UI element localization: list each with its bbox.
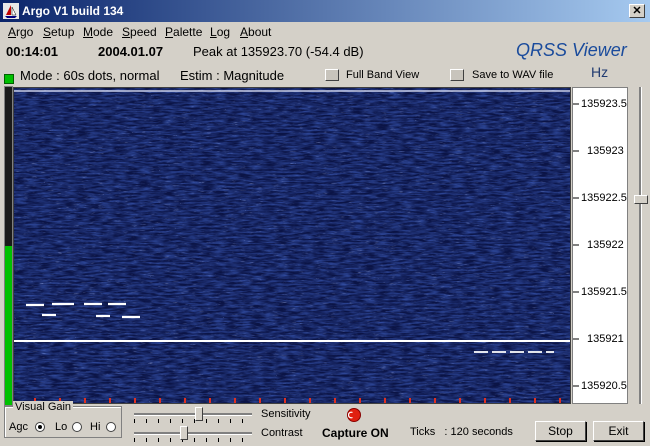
- axis-label: 135923: [587, 145, 624, 157]
- axis-unit: Hz: [591, 64, 609, 80]
- stop-button[interactable]: Stop: [535, 421, 586, 441]
- ticks-label: Ticks : 120 seconds: [410, 426, 513, 438]
- contrast-slider[interactable]: [134, 424, 252, 442]
- spectrogram[interactable]: [13, 87, 571, 404]
- contrast-slider-thumb[interactable]: [180, 426, 188, 440]
- hi-label: Hi: [90, 421, 101, 433]
- sailboat-icon: [3, 3, 19, 19]
- menu-mode[interactable]: Mode: [83, 25, 113, 39]
- axis-label: 135921: [587, 333, 624, 345]
- sensitivity-label: Sensitivity: [261, 408, 311, 420]
- menu-setup[interactable]: Setup: [43, 25, 74, 39]
- full-band-button[interactable]: [325, 69, 339, 81]
- app-brand: QRSS Viewer: [516, 40, 627, 60]
- contrast-label: Contrast: [261, 427, 303, 439]
- spectrogram-canvas: [14, 88, 570, 403]
- menu-argo[interactable]: Argo: [8, 25, 33, 39]
- current-date: 2004.01.07: [98, 44, 164, 59]
- sensitivity-slider-thumb[interactable]: [195, 407, 203, 421]
- capture-status: Capture ON: [322, 426, 389, 440]
- frequency-axis: 135923.5 135923 135922.5 135922 135921.5…: [572, 87, 628, 404]
- menu-speed[interactable]: Speed: [122, 25, 157, 39]
- lo-label: Lo: [55, 421, 68, 433]
- exit-button[interactable]: Exit: [593, 421, 644, 441]
- peak-readout: Peak at 135923.70 (-54.4 dB): [193, 44, 364, 59]
- menu-palette[interactable]: Palette: [165, 25, 202, 39]
- axis-label: 135920.5: [581, 380, 627, 392]
- status-led: [4, 74, 14, 84]
- estimator-label: Estim : Magnitude: [180, 68, 285, 83]
- menu-bar: Argo Setup Mode Speed Palette Log About: [0, 22, 650, 40]
- axis-label: 135922.5: [581, 192, 627, 204]
- title-bar[interactable]: Argo V1 build 134 ✕: [0, 0, 650, 22]
- close-icon: ✕: [632, 5, 642, 17]
- signal-level-fill: [5, 246, 12, 405]
- full-band-label: Full Band View: [346, 69, 420, 81]
- save-wav-button[interactable]: [450, 69, 464, 81]
- sensitivity-slider[interactable]: [134, 405, 252, 423]
- mode-label: Mode : 60s dots, normal: [20, 68, 160, 83]
- frequency-slider[interactable]: [632, 87, 648, 404]
- agc-label: Agc: [9, 421, 28, 433]
- frequency-slider-thumb[interactable]: [634, 195, 648, 204]
- hi-radio[interactable]: [106, 422, 116, 432]
- capture-icon[interactable]: [347, 408, 361, 422]
- axis-label: 135923.5: [581, 98, 627, 110]
- visual-gain-label: Visual Gain: [13, 401, 74, 413]
- axis-label: 135921.5: [581, 286, 627, 298]
- signal-level-bar: [4, 86, 13, 406]
- save-wav-label: Save to WAV file: [472, 69, 554, 81]
- window-title: Argo V1 build 134: [22, 4, 124, 18]
- agc-radio[interactable]: [35, 422, 45, 432]
- clock-time: 00:14:01: [6, 44, 59, 59]
- visual-gain-group: Visual Gain Agc Lo Hi: [4, 401, 122, 438]
- lo-radio[interactable]: [72, 422, 82, 432]
- axis-label: 135922: [587, 239, 624, 251]
- close-button[interactable]: ✕: [629, 4, 645, 18]
- menu-about[interactable]: About: [240, 25, 271, 39]
- menu-log[interactable]: Log: [210, 25, 230, 39]
